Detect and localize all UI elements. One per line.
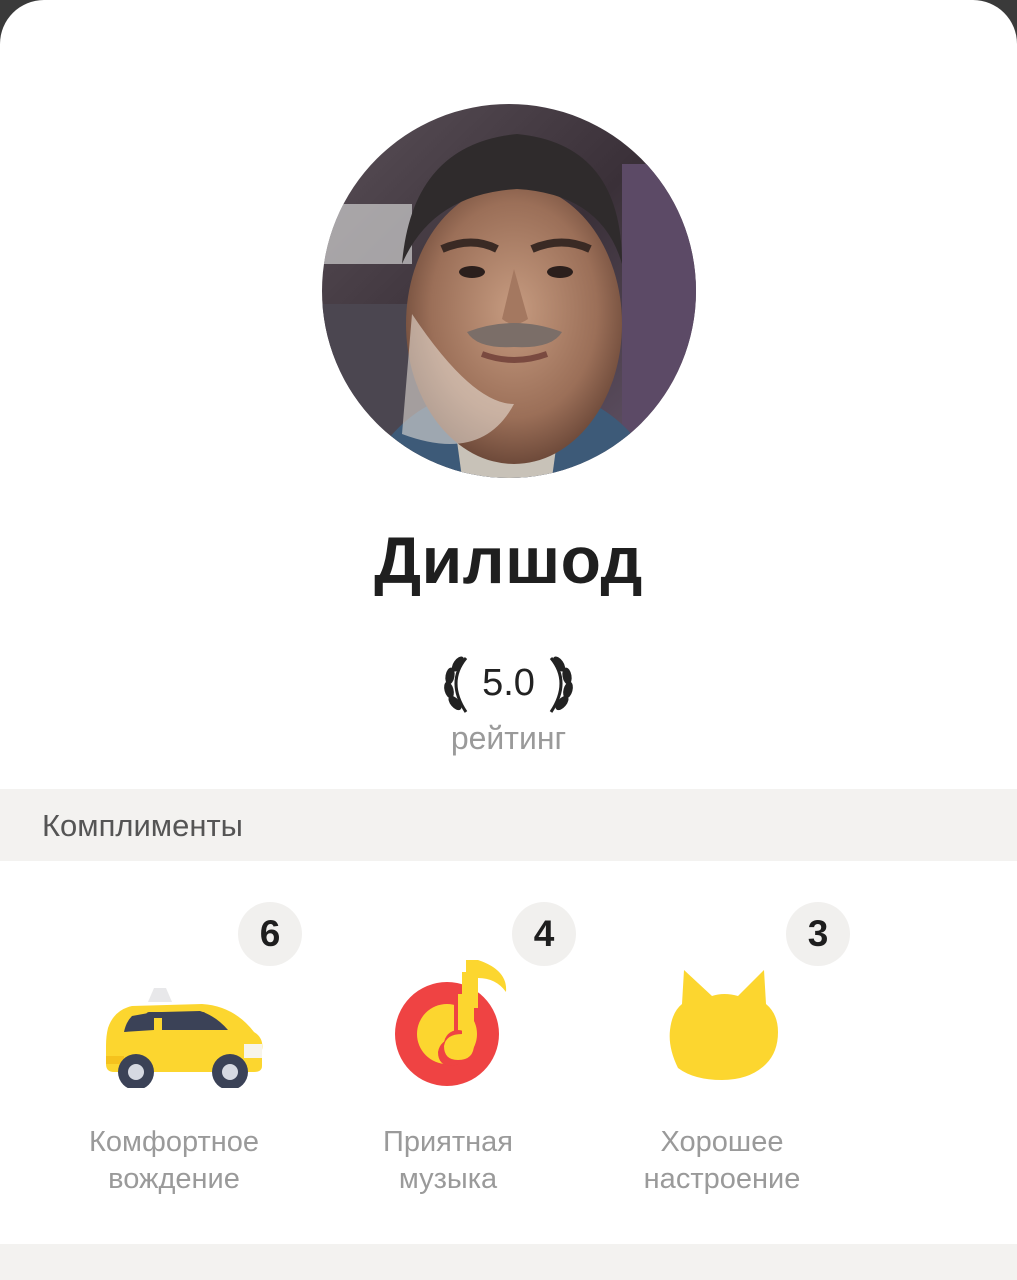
rating-badge: 5.0 (440, 650, 577, 720)
bottom-section-divider (0, 1244, 1017, 1280)
driver-name: Дилшод (374, 523, 643, 597)
section-title: Комплименты (42, 808, 243, 843)
driver-profile-sheet: Дилшод 5.0 рейтинг Комплименты 6 Комфорт… (0, 0, 1017, 1280)
compliment-count-badge: 6 (238, 902, 302, 966)
compliment-pleasant-music[interactable]: 4 Приятная музыка (312, 900, 584, 1200)
compliments-section-header: Комплименты (0, 789, 1017, 861)
cat-face-icon (632, 948, 812, 1088)
compliment-comfortable-driving[interactable]: 6 Комфортное вождение (38, 900, 310, 1200)
driver-avatar (322, 104, 696, 478)
compliment-label: Приятная музыка (382, 1126, 513, 1195)
compliment-label: Хорошее настроение (643, 1126, 801, 1195)
music-note-icon (358, 948, 538, 1088)
compliment-count-badge: 4 (512, 902, 576, 966)
taxi-car-icon (84, 948, 264, 1090)
compliment-good-mood[interactable]: 3 Хорошее настроение (586, 900, 858, 1200)
compliment-label: Комфортное вождение (89, 1126, 259, 1195)
rating-value: 5.0 (482, 662, 535, 704)
rating-caption: рейтинг (450, 720, 567, 756)
compliment-count-badge: 3 (786, 902, 850, 966)
